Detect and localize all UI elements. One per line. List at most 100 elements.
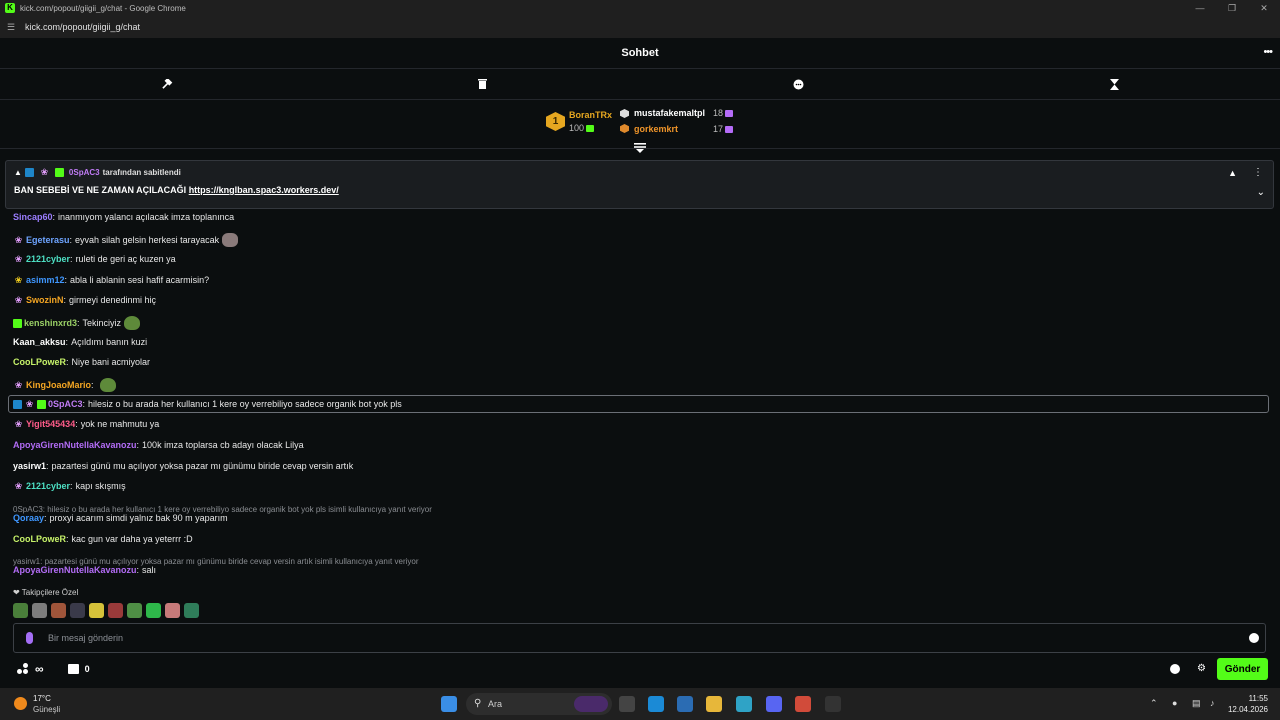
- edge-icon[interactable]: [648, 696, 664, 712]
- hourglass-icon[interactable]: [1107, 77, 1121, 91]
- store-icon[interactable]: [67, 664, 79, 674]
- chat-username[interactable]: 2121cyber: [26, 254, 70, 264]
- leaderboard-third-name[interactable]: gorkemkrt: [634, 124, 678, 134]
- chat-username[interactable]: asimm12: [26, 275, 65, 285]
- emote-pepe-icon[interactable]: [127, 603, 142, 618]
- pinned-link[interactable]: https://knglban.spac3.workers.dev/: [189, 185, 339, 195]
- chat-username[interactable]: kenshinxrd3: [24, 318, 77, 328]
- weather-desc[interactable]: Güneşli: [33, 705, 60, 714]
- app-icon[interactable]: [825, 696, 841, 712]
- file-explorer-icon[interactable]: [706, 696, 722, 712]
- volume-icon[interactable]: ♪: [1210, 698, 1215, 708]
- chat-username[interactable]: CooLPoweR: [13, 357, 66, 367]
- emote-bird-icon[interactable]: [89, 603, 104, 618]
- chat-username[interactable]: Kaan_akksu: [13, 337, 66, 347]
- chat-username[interactable]: KingJoaoMario: [26, 380, 91, 390]
- store-app-icon[interactable]: [677, 696, 693, 712]
- windows-start-icon[interactable]: [441, 696, 457, 712]
- more-options-icon[interactable]: •••: [1263, 46, 1273, 58]
- trash-icon[interactable]: [475, 77, 489, 91]
- close-button[interactable]: ✕: [1248, 0, 1280, 16]
- pinned-options-icon[interactable]: ⋮: [1253, 167, 1263, 178]
- chat-message[interactable]: ❀ 2121cyber: ruleti de geri aç kuzen ya: [13, 254, 176, 264]
- emote-strip: [13, 603, 199, 618]
- chat-username[interactable]: Qoraay: [13, 513, 44, 523]
- emote-girl-icon[interactable]: [108, 603, 123, 618]
- chat-bubble-icon[interactable]: [791, 77, 805, 91]
- chat-message[interactable]: ❀ asimm12: abla li ablanin sesi hafif acar…: [13, 275, 209, 285]
- chat-message[interactable]: Sincap60: inanmıyom yalancı açılacak imza…: [13, 212, 234, 222]
- url-text[interactable]: kick.com/popout/giigii_g/chat: [25, 22, 140, 32]
- chat-username[interactable]: Egeterasu: [26, 235, 70, 245]
- chat-message[interactable]: ApoyaGirenNutellaKavanozu:100k imza topl…: [13, 440, 304, 450]
- taskbar-search[interactable]: ⚲ Ara: [466, 693, 612, 715]
- discord-icon[interactable]: [766, 696, 782, 712]
- leaderboard-second-name[interactable]: mustafakemaltpl: [634, 108, 705, 118]
- emote-fish-icon[interactable]: [146, 603, 161, 618]
- chat-username[interactable]: yasirw1: [13, 461, 46, 471]
- chat-username[interactable]: ApoyaGirenNutellaKavanozu: [13, 565, 137, 575]
- settings-app-icon[interactable]: [736, 696, 752, 712]
- message-input[interactable]: Bir mesaj gönderin: [13, 623, 1266, 653]
- chat-username[interactable]: SwozinN: [26, 295, 64, 305]
- chat-message[interactable]: kenshinxrd3: Tekinciyiz: [13, 316, 141, 330]
- pinned-by-suffix: tarafından sabitlendi: [102, 168, 181, 177]
- chat-message[interactable]: ❀ 2121cyber: kapı skışmış: [13, 481, 126, 491]
- chat-message[interactable]: ❀ 0SpAC3: hilesiz o bu arada her kullanıcı…: [13, 399, 402, 409]
- chat-username[interactable]: 0SpAC3: [48, 399, 83, 409]
- chevron-down-icon[interactable]: ⌄: [1257, 187, 1265, 198]
- chat-message[interactable]: CooLPoweR: Niye bani acmiyolar: [13, 357, 150, 367]
- weather-temp[interactable]: 17°C: [33, 694, 51, 703]
- username-separator: :: [64, 275, 68, 285]
- reply-context[interactable]: yasirw1: pazartesi günü mu açılıyor yoks…: [13, 557, 419, 566]
- chat-username[interactable]: 2121cyber: [26, 481, 70, 491]
- address-bar[interactable]: ☰ kick.com/popout/giigii_g/chat: [0, 16, 1280, 38]
- emote-pig-icon[interactable]: [165, 603, 180, 618]
- chat-message[interactable]: ApoyaGirenNutellaKavanozu: salı: [13, 565, 156, 575]
- chat-message[interactable]: ❀ SwozinN: girmeyi denedinmi hiç: [13, 295, 156, 305]
- unpin-icon[interactable]: ▲: [1228, 168, 1237, 178]
- reply-context[interactable]: 0SpAC3: hilesiz o bu arada her kullanıcı…: [13, 505, 432, 514]
- leaderboard-third-count: 17: [713, 124, 734, 134]
- chat-message[interactable]: ❀ KingJoaoMario:: [13, 378, 116, 392]
- send-button[interactable]: Gönder: [1217, 658, 1268, 680]
- sun-icon[interactable]: [14, 697, 27, 710]
- emote-croc-icon[interactable]: [184, 603, 199, 618]
- restore-button[interactable]: ❐: [1216, 0, 1248, 16]
- channel-points-icon[interactable]: [17, 663, 29, 675]
- chat-message[interactable]: yasirw1: pazartesi günü mu açılıyor yoksa…: [13, 461, 353, 471]
- mic-tray-icon[interactable]: ●: [1172, 698, 1177, 708]
- chat-username[interactable]: Yigit545434: [26, 419, 75, 429]
- minimize-button[interactable]: —: [1184, 0, 1216, 16]
- gear-icon[interactable]: ⚙: [1197, 664, 1207, 674]
- expand-leaderboard-icon[interactable]: [634, 143, 646, 153]
- chat-username[interactable]: Sincap60: [13, 212, 53, 222]
- chat-username[interactable]: CooLPoweR: [13, 534, 66, 544]
- chat-username[interactable]: ApoyaGirenNutellaKavanozu: [13, 440, 137, 450]
- chrome-icon[interactable]: [795, 696, 811, 712]
- chat-message[interactable]: ❀ Egeterasu: eyvah silah gelsin herkesi ta…: [13, 233, 239, 247]
- leaderboard-third-count-value: 17: [713, 124, 724, 134]
- hammer-icon[interactable]: [160, 77, 174, 91]
- tray-chevron-icon[interactable]: ⌃: [1150, 698, 1158, 709]
- taskbar-search-text[interactable]: Ara: [488, 699, 502, 709]
- emote-frog-icon[interactable]: [13, 603, 28, 618]
- chat-message[interactable]: Kaan_akksu: Açıldımı banın kuzi: [13, 337, 147, 347]
- microphone-icon[interactable]: [26, 632, 33, 644]
- chat-message[interactable]: Qoraay: proxyi acarım simdi yalnız bak 90…: [13, 513, 228, 523]
- username-separator: :: [136, 565, 140, 575]
- emote-figure-icon[interactable]: [70, 603, 85, 618]
- site-info-icon[interactable]: ☰: [7, 22, 17, 33]
- system-clock[interactable]: 11:55 12.04.2026: [1228, 693, 1268, 715]
- chat-message[interactable]: CooLPoweR: kac gun var daha ya yeterrr :D: [13, 534, 193, 544]
- emote-cat-icon[interactable]: [32, 603, 47, 618]
- task-view-icon[interactable]: [619, 696, 635, 712]
- emote-face-icon[interactable]: [51, 603, 66, 618]
- pinned-by-user[interactable]: 0SpAC3: [69, 168, 100, 177]
- emoji-picker-icon[interactable]: [1249, 633, 1259, 643]
- chat-message[interactable]: ❀ Yigit545434: yok ne mahmutu ya: [13, 419, 160, 429]
- network-icon[interactable]: ▤: [1192, 698, 1201, 709]
- chat-settings-bubble-icon[interactable]: [1170, 664, 1180, 674]
- message-input-placeholder[interactable]: Bir mesaj gönderin: [48, 633, 123, 643]
- leaderboard-first-name[interactable]: BoranTRx: [569, 110, 612, 120]
